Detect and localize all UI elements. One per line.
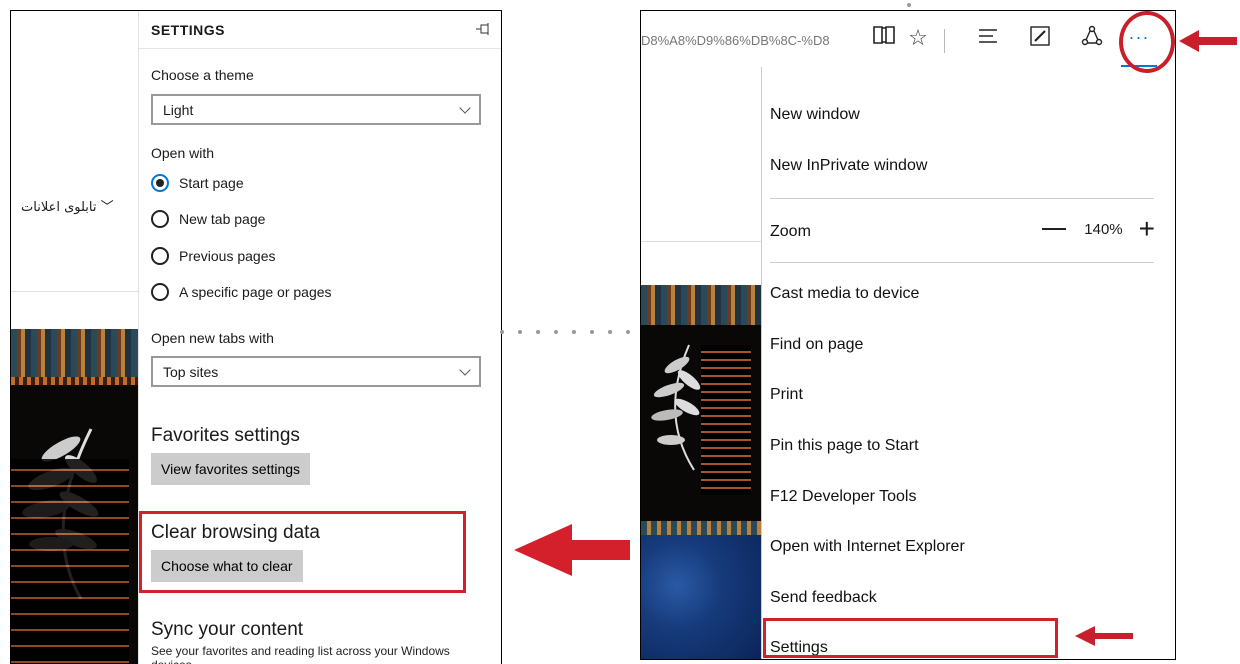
zoom-in-button[interactable]: +	[1139, 215, 1155, 243]
theme-label: Choose a theme	[151, 67, 254, 83]
radio-empty-icon	[151, 283, 169, 301]
sync-description: See your favorites and reading list acro…	[151, 644, 450, 664]
favorites-star-icon[interactable]: ☆	[903, 25, 933, 51]
laurel-graphic	[651, 344, 701, 471]
sync-heading: Sync your content	[151, 619, 304, 640]
radio-new-tab-page[interactable]: New tab page	[151, 210, 265, 228]
menu-item-pin-to-start[interactable]: Pin this page to Start	[770, 437, 919, 455]
chevron-down-icon	[459, 101, 471, 114]
theme-select[interactable]: Light	[151, 94, 481, 125]
settings-highlight-box	[763, 618, 1058, 658]
open-with-label: Open with	[151, 145, 215, 161]
pin-icon[interactable]	[475, 22, 491, 38]
zoom-control: 140% +	[1042, 215, 1155, 243]
webpage-behind-menu	[641, 67, 761, 659]
new-tabs-select[interactable]: Top sites	[151, 356, 481, 387]
radio-specific-page[interactable]: A specific page or pages	[151, 283, 332, 301]
hub-icon[interactable]	[973, 25, 1003, 51]
menu-item-devtools[interactable]: F12 Developer Tools	[770, 488, 916, 506]
radio-label: A specific page or pages	[179, 284, 332, 300]
right-screenshot-panel: D8%A8%D9%86%DB%8C-%D8 ☆ ··· New window N…	[640, 10, 1176, 660]
radio-label: Previous pages	[179, 248, 276, 264]
left-pointing-arrow-icon	[1075, 626, 1133, 646]
left-pointing-arrow-icon	[514, 524, 630, 576]
favorites-heading: Favorites settings	[151, 425, 300, 446]
theme-select-value: Light	[163, 101, 194, 118]
menu-item-print[interactable]: Print	[770, 386, 803, 404]
chevron-down-icon: ﹀	[96, 200, 114, 215]
view-favorites-button[interactable]: View favorites settings	[151, 453, 311, 485]
more-actions-menu: New window New InPrivate window Zoom 140…	[761, 67, 1175, 659]
reading-view-icon[interactable]	[869, 25, 899, 51]
radio-start-page[interactable]: Start page	[151, 174, 244, 192]
more-button-highlight-circle	[1119, 11, 1175, 73]
page-night-sky-image	[641, 535, 761, 659]
chevron-down-icon	[459, 363, 471, 376]
menu-item-open-ie[interactable]: Open with Internet Explorer	[770, 538, 965, 556]
settings-header: SETTINGS	[139, 11, 501, 49]
menu-item-new-window[interactable]: New window	[770, 106, 860, 124]
settings-title: SETTINGS	[151, 21, 226, 38]
menu-item-new-inprivate[interactable]: New InPrivate window	[770, 157, 927, 175]
menu-item-feedback[interactable]: Send feedback	[770, 589, 877, 607]
clear-data-highlight-box	[139, 511, 466, 593]
left-pointing-arrow-icon	[1179, 30, 1237, 52]
page-banner-image	[641, 285, 761, 535]
page-nav-menu-item[interactable]: ﹀ تابلوی اعلانات	[21, 196, 114, 215]
radio-label: New tab page	[179, 211, 266, 227]
radio-previous-pages[interactable]: Previous pages	[151, 247, 276, 265]
page-banner-image	[11, 329, 139, 664]
browser-toolbar: D8%A8%D9%86%DB%8C-%D8 ☆ ···	[641, 11, 1175, 67]
new-tabs-label: Open new tabs with	[151, 330, 274, 346]
zoom-out-button[interactable]	[1042, 228, 1067, 230]
radio-label: Start page	[179, 175, 244, 191]
menu-zoom-label: Zoom	[770, 223, 811, 240]
webpage-behind-settings: ﹀ تابلوی اعلانات	[11, 11, 139, 664]
radio-empty-icon	[151, 247, 169, 265]
radio-empty-icon	[151, 210, 169, 228]
share-icon[interactable]	[1077, 25, 1107, 53]
new-tabs-select-value: Top sites	[163, 363, 219, 380]
page-nav-menu-label: تابلوی اعلانات	[21, 200, 97, 215]
menu-item-cast[interactable]: Cast media to device	[770, 285, 919, 303]
web-note-icon[interactable]	[1025, 25, 1055, 53]
menu-item-find[interactable]: Find on page	[770, 336, 863, 354]
zoom-level: 140%	[1084, 220, 1123, 238]
address-bar-url[interactable]: D8%A8%D9%86%DB%8C-%D8	[641, 33, 856, 48]
radio-selected-icon	[151, 174, 169, 192]
